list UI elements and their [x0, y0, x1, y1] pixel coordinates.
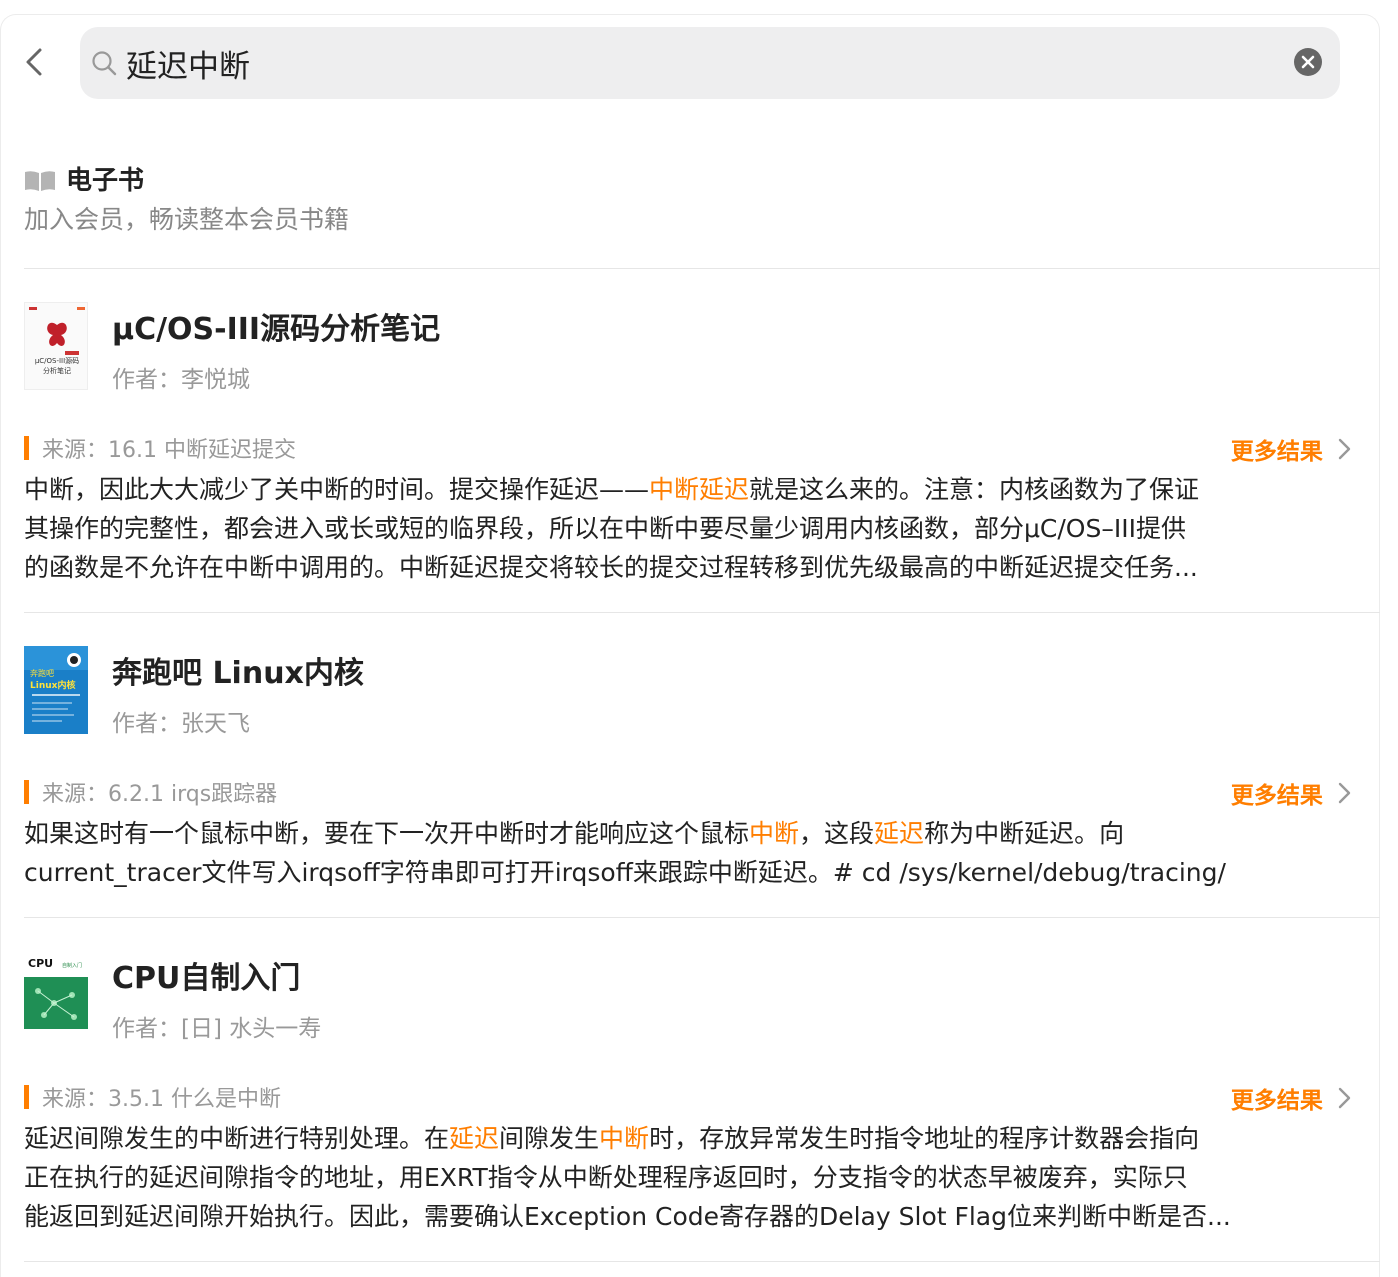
- excerpt-line: 延迟间隙发生的中断进行特别处理。在延迟间隙发生中断时，存放异常发生时指令地址的程…: [24, 1124, 1200, 1153]
- cover-title: CPU: [28, 957, 53, 970]
- clear-search-icon[interactable]: [1293, 47, 1323, 77]
- book-title[interactable]: 奔跑吧 Linux内核: [112, 648, 364, 692]
- cover-title: μC/OS-III源码: [35, 356, 79, 365]
- more-results-label: 更多结果: [1230, 1088, 1323, 1114]
- excerpt[interactable]: 中断，因此大大减少了关中断的时间。提交操作延迟——中断延迟就是这么来的。注意：内…: [24, 470, 1354, 587]
- section-subtitle[interactable]: 加入会员，畅读整本会员书籍: [24, 200, 349, 236]
- book-author: 作者：李悦城: [112, 367, 250, 393]
- cover-subtitle: 分析笔记: [43, 366, 71, 375]
- source-marker: [24, 436, 29, 460]
- cover-subtitle: 自制入门: [62, 962, 82, 969]
- source-row: 来源：6.2.1 irqs跟踪器 更多结果: [24, 776, 1354, 809]
- book-cover: μC/OS-III源码 分析笔记: [24, 302, 88, 390]
- book-icon: [25, 171, 55, 191]
- excerpt[interactable]: 如果这时有一个鼠标中断，要在下一次开中断时才能响应这个鼠标中断，这段延迟称为中断…: [24, 814, 1354, 892]
- more-results-label: 更多结果: [1230, 439, 1323, 465]
- source-marker: [24, 1085, 29, 1109]
- book-cover: CPU 自制入门: [24, 951, 88, 1039]
- divider: [24, 268, 1380, 269]
- source-row: 来源：16.1 中断延迟提交 更多结果: [24, 432, 1354, 465]
- source-row: 来源：3.5.1 什么是中断 更多结果: [24, 1081, 1354, 1114]
- highlight: 中断: [749, 819, 800, 848]
- source-text: 来源：3.5.1 什么是中断: [42, 1087, 281, 1112]
- source-text: 来源：6.2.1 irqs跟踪器: [42, 782, 278, 807]
- section-title: 电子书: [66, 166, 145, 196]
- excerpt-line: current_tracer文件写入irqsoff字符串即可打开irqsoff来…: [24, 858, 1226, 887]
- book-cover: 奔跑吧 Linux内核: [24, 646, 88, 734]
- chevron-right-icon: [1338, 1087, 1351, 1109]
- excerpt-line: 的函数是不允许在中断中调用的。中断延迟提交将较长的提交过程转移到优先级最高的中断…: [24, 553, 1198, 582]
- excerpt[interactable]: 延迟间隙发生的中断进行特别处理。在延迟间隙发生中断时，存放异常发生时指令地址的程…: [24, 1119, 1354, 1236]
- highlight: 延迟: [449, 1124, 500, 1153]
- search-bar[interactable]: [80, 27, 1340, 99]
- divider: [24, 1261, 1380, 1262]
- result-item[interactable]: CPU 自制入门 CPU自制入门 作者：[日] 水头一寿 来源：3.5.1 什么…: [0, 951, 1380, 1251]
- book-title[interactable]: μC/OS-III源码分析笔记: [112, 304, 440, 348]
- chevron-left-icon: [26, 48, 42, 76]
- highlight: 中断延迟: [649, 475, 750, 504]
- more-results-button[interactable]: 更多结果: [1230, 1081, 1354, 1114]
- book-author: 作者：张天飞: [112, 711, 250, 737]
- excerpt-line: 如果这时有一个鼠标中断，要在下一次开中断时才能响应这个鼠标中断，这段延迟称为中断…: [24, 819, 1125, 848]
- excerpt-line: 正在执行的延迟间隙指令的地址，用EXRT指令从中断处理程序返回时，分支指令的状态…: [24, 1163, 1188, 1192]
- chevron-right-icon: [1338, 782, 1351, 804]
- book-author: 作者：[日] 水头一寿: [112, 1016, 322, 1042]
- search-input[interactable]: [126, 37, 1276, 89]
- excerpt-line: 能返回到延迟间隙开始执行。因此，需要确认Exception Code寄存器的De…: [24, 1202, 1231, 1231]
- chevron-right-icon: [1338, 438, 1351, 460]
- back-button[interactable]: [16, 44, 52, 80]
- result-item[interactable]: 奔跑吧 Linux内核 奔跑吧 Linux内核 作者：张天飞 来源：6.2.1 …: [0, 646, 1380, 946]
- excerpt-line: 其操作的完整性，都会进入或长或短的临界段，所以在中断中要尽量少调用内核函数，部分…: [24, 514, 1186, 543]
- divider: [24, 917, 1380, 918]
- more-results-button[interactable]: 更多结果: [1230, 432, 1354, 465]
- source-marker: [24, 780, 29, 804]
- more-results-label: 更多结果: [1230, 783, 1323, 809]
- divider: [24, 612, 1380, 613]
- highlight: 延迟: [874, 819, 925, 848]
- more-results-button[interactable]: 更多结果: [1230, 776, 1354, 809]
- result-item[interactable]: μC/OS-III源码 分析笔记 μC/OS-III源码分析笔记 作者：李悦城 …: [0, 302, 1380, 602]
- excerpt-line: 中断，因此大大减少了关中断的时间。提交操作延迟——中断延迟就是这么来的。注意：内…: [24, 475, 1200, 504]
- source-text: 来源：16.1 中断延迟提交: [42, 438, 296, 463]
- book-title[interactable]: CPU自制入门: [112, 953, 300, 997]
- search-icon: [92, 51, 117, 76]
- cover-title: 奔跑吧: [30, 668, 54, 678]
- highlight: 中断: [599, 1124, 650, 1153]
- cover-subtitle: Linux内核: [30, 679, 75, 691]
